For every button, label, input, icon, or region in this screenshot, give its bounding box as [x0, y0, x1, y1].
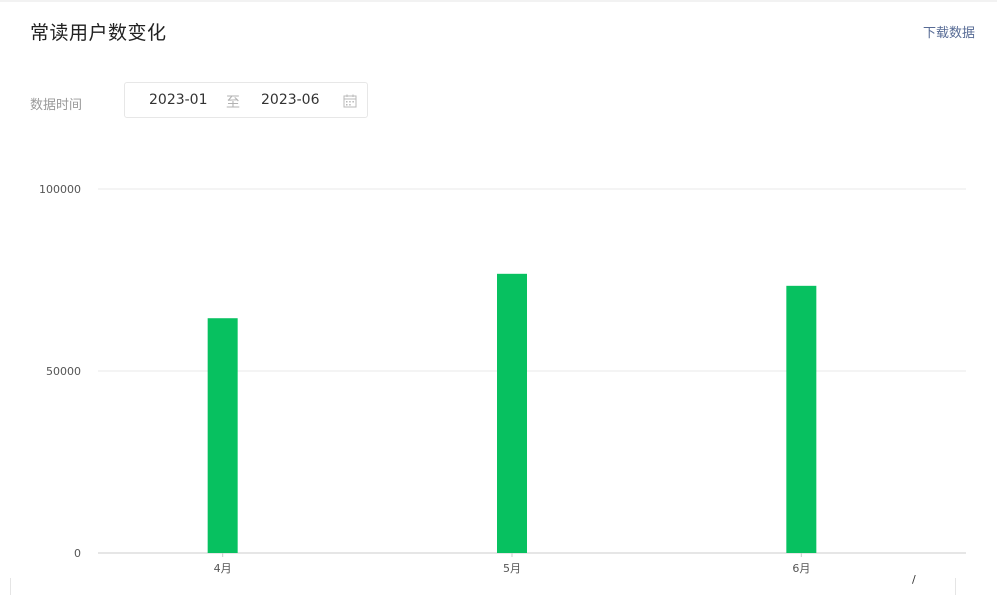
bar-1[interactable]: [207, 318, 238, 553]
y-tick-label: 0: [74, 547, 81, 560]
chart-card: 常读用户数变化 下载数据 数据时间 2023-01 至 2023-06 0 500…: [0, 0, 997, 595]
x-tick-label: 6月: [792, 562, 810, 575]
bar-chart: 0 50000 100000 4月 5月 6月: [39, 183, 966, 575]
bar-2[interactable]: [497, 273, 527, 553]
x-tick-label: 4月: [214, 562, 232, 575]
x-tick-label: 5月: [503, 562, 521, 575]
y-tick-label: 50000: [46, 365, 81, 378]
scroll-edge-right: [955, 578, 956, 595]
scroll-edge-left: [10, 578, 11, 595]
y-tick-label: 100000: [39, 183, 81, 196]
corner-mark: /: [912, 573, 916, 586]
bar-3[interactable]: [786, 285, 817, 553]
